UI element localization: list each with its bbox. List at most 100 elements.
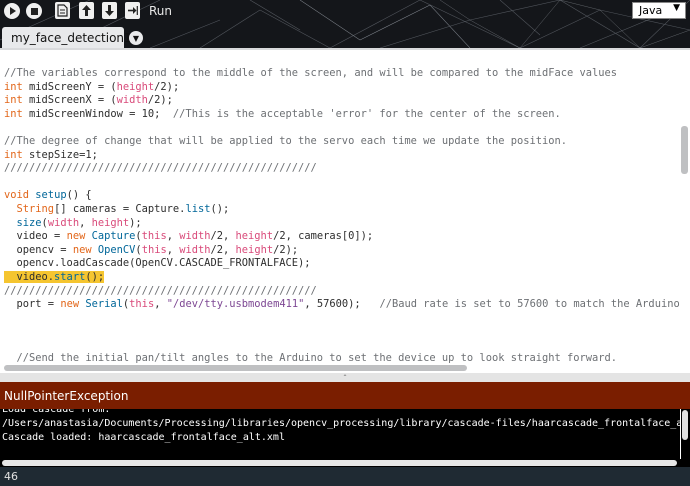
code-token: (); [85, 270, 105, 283]
code-token: opencv = [4, 243, 73, 256]
code-line: ////////////////////////////////////////… [4, 285, 680, 299]
status-bar: 46 [0, 467, 690, 486]
code-token: int [4, 148, 23, 161]
code-token: midScreenWindow = 10; [22, 107, 173, 120]
code-token: //The degree of change that will be appl… [4, 134, 568, 147]
code-token: /2, [210, 230, 236, 243]
console-horizontal-scrollbar[interactable] [2, 460, 677, 466]
code-token: width [179, 230, 211, 243]
error-message: NullPointerException [4, 388, 129, 403]
code-line: int midScreenWindow = 10; //This is the … [4, 108, 680, 122]
new-icon [57, 4, 68, 17]
code-token: /2); [273, 243, 299, 256]
code-token: ////////////////////////////////////////… [4, 162, 317, 175]
stop-button[interactable] [26, 3, 42, 19]
run-label: Run [149, 4, 173, 18]
export-icon [128, 6, 138, 15]
code-token: String [16, 202, 55, 215]
code-token: this [141, 230, 167, 243]
code-line: int stepSize=1; [4, 149, 680, 163]
code-token: void [4, 189, 30, 202]
tab-sketch[interactable]: my_face_detection1 [2, 27, 132, 48]
code-token: video. [4, 270, 55, 283]
console-vertical-scrollbar[interactable] [682, 410, 688, 440]
code-token: start [54, 270, 86, 283]
code-line: ////////////////////////////////////////… [4, 162, 680, 176]
new-sketch-button[interactable] [55, 2, 70, 19]
code-token: Serial [85, 298, 123, 311]
console-line: Cascade loaded: haarcascade_frontalface_… [2, 432, 285, 443]
code-line: size(width, height); [4, 217, 680, 231]
save-icon [105, 5, 114, 16]
code-token: new [72, 243, 92, 256]
editor-vertical-scrollbar[interactable] [681, 126, 688, 174]
code-token: port = [4, 298, 61, 311]
code-line: String[] cameras = Capture.list(); [4, 203, 680, 217]
console-line: /Users/anastasia/Documents/Processing/li… [2, 418, 680, 429]
code-token: height [116, 80, 155, 93]
code-token: size [16, 216, 42, 229]
open-sketch-button[interactable] [79, 2, 94, 19]
code-line: port = new Serial(this, "/dev/tty.usbmod… [4, 298, 680, 312]
code-token: width [116, 94, 148, 107]
run-button[interactable] [4, 3, 20, 19]
code-line: int midScreenY = (height/2); [4, 81, 680, 95]
save-sketch-button[interactable] [102, 2, 117, 19]
mode-selector[interactable]: Java ▼ [632, 2, 686, 19]
code-token: , [166, 243, 180, 256]
code-token: stepSize=1; [22, 148, 98, 161]
code-token: , [154, 298, 167, 311]
console-splitter[interactable]: ⌃ [0, 373, 690, 382]
code-line: opencv = new OpenCV(this, width/2, heigh… [4, 244, 680, 258]
code-token: () { [66, 189, 92, 202]
chevron-down-icon: ▼ [673, 3, 680, 13]
code-token: this [129, 298, 155, 311]
code-token: this [141, 243, 167, 256]
code-token: (); [210, 202, 230, 215]
code-token: new [66, 230, 86, 243]
code-area[interactable]: //The variables correspond to the middle… [4, 67, 680, 365]
toolbar: Run Java ▼ my_face_detection1 ▼ [0, 0, 690, 48]
export-button[interactable] [125, 2, 140, 19]
code-token: width [47, 216, 80, 229]
code-token: , [166, 230, 180, 243]
code-token: //The variables correspond to the middle… [4, 67, 618, 79]
console-output[interactable]: Load cascade from: /Users/anastasia/Docum… [0, 409, 680, 459]
code-token: video = [4, 230, 67, 243]
code-token: Capture [91, 230, 136, 243]
code-token: midScreenY = ( [22, 80, 117, 93]
code-line: video = new Capture(this, width/2, heigh… [4, 230, 680, 244]
code-token: midScreenX = ( [22, 94, 117, 107]
code-token: /2); [154, 80, 180, 93]
code-token: height [235, 230, 274, 243]
code-token: int [4, 94, 23, 107]
code-token: list [185, 202, 211, 215]
code-token: setup [35, 189, 67, 202]
code-token: int [4, 80, 23, 93]
code-token: /2, [210, 243, 236, 256]
console-line: Load cascade from: [2, 409, 111, 415]
code-line: //The variables correspond to the middle… [4, 67, 680, 81]
tab-menu-button[interactable]: ▼ [129, 31, 143, 45]
code-line: video.start(); [4, 270, 680, 285]
code-line: //The degree of change that will be appl… [4, 135, 680, 149]
code-token: , 57600); [304, 298, 380, 311]
code-token: new [60, 298, 80, 311]
code-token: opencv.loadCascade(OpenCV.CASCADE_FRONTA… [4, 257, 311, 270]
code-token: [] cameras = Capture. [54, 202, 186, 215]
code-line: int midScreenX = (width/2); [4, 94, 680, 108]
code-token: //Baud rate is set to 57600 to match the… [379, 298, 680, 311]
stop-icon [30, 7, 38, 15]
open-icon [82, 5, 91, 16]
code-line: void setup() { [4, 189, 680, 203]
code-token: ////////////////////////////////////////… [4, 284, 317, 297]
code-token: width [179, 243, 211, 256]
editor-horizontal-scrollbar[interactable] [4, 365, 467, 371]
